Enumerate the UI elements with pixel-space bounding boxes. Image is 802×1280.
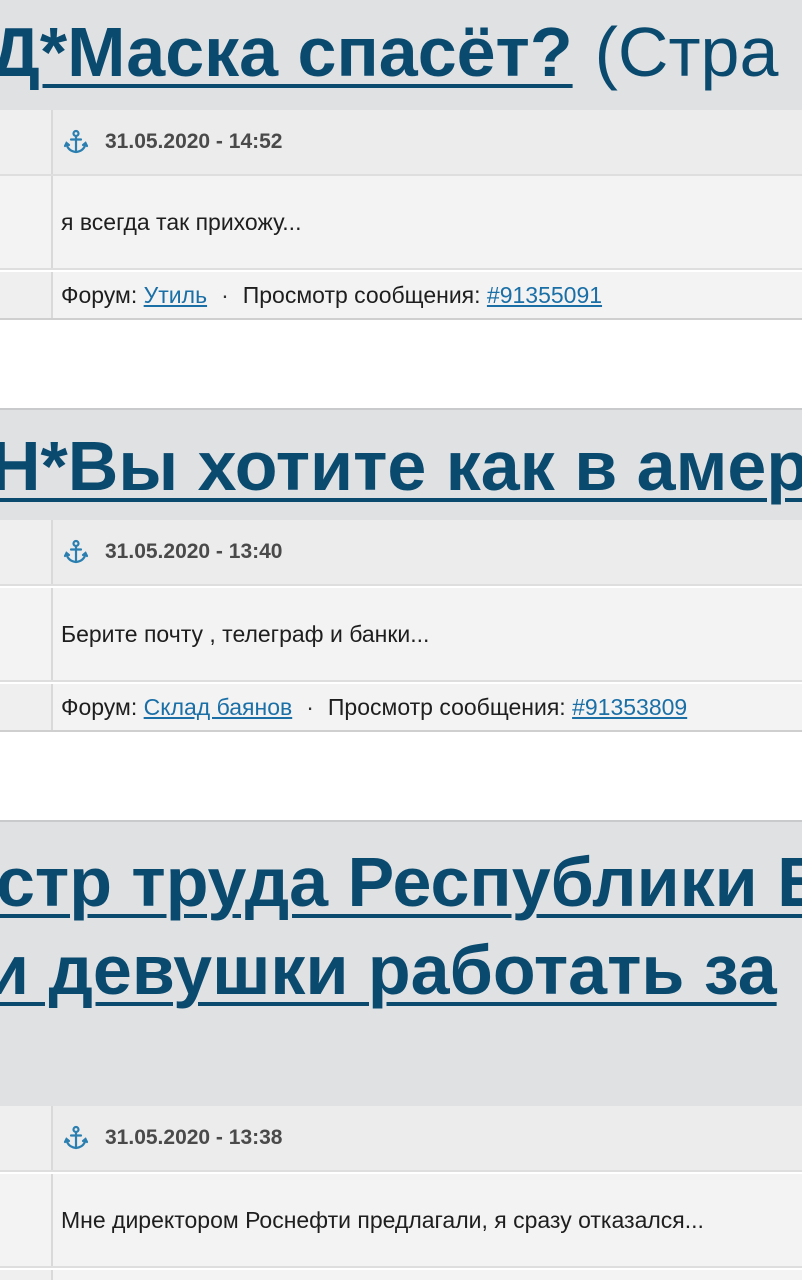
post-date: 31.05.2020 - 13:40	[105, 540, 283, 563]
post-message: Берите почту , телеграф и банки...	[61, 620, 430, 647]
post-footer-cell	[53, 1270, 802, 1280]
topic-title-line: Н*Вы хотите как в амер	[0, 426, 802, 506]
forum-label: Форум:	[61, 693, 138, 720]
post-body-cell: Берите почту , телеграф и банки...	[53, 588, 802, 680]
view-post-label: Просмотр сообщения:	[327, 693, 566, 720]
post-side-cell	[0, 588, 53, 680]
topic-header: стр труда Республики Б и девушки работат…	[0, 820, 802, 1108]
post-meta-row: 31.05.2020 - 13:38	[0, 1106, 802, 1172]
topic-title-line: стр труда Республики Б	[0, 842, 802, 922]
topic-header: Н*Вы хотите как в амер	[0, 408, 802, 522]
post-body-row: Берите почту , телеграф и банки...	[0, 588, 802, 682]
post-side-cell	[0, 1270, 53, 1280]
topic-title-link[interactable]: Д*Маска спасёт?	[0, 13, 573, 91]
post-body-cell: Мне директором Роснефти предлагали, я ср…	[53, 1174, 802, 1266]
post-footer-text: Форум: Утиль · Просмотр сообщения: #913550…	[61, 282, 602, 309]
view-post-label: Просмотр сообщения:	[242, 281, 481, 308]
forum-link[interactable]: Утиль	[144, 282, 207, 308]
post-footer-row: Форум: Склад баянов · Просмотр сообщения: …	[0, 684, 802, 732]
topic-page-suffix: (Стра	[594, 13, 779, 91]
topic-title-line: и девушки работать за	[0, 930, 777, 1010]
post-message: я всегда так прихожу...	[61, 208, 302, 235]
post-side-cell	[0, 520, 53, 584]
forum-label: Форум:	[61, 281, 138, 308]
anchor-icon[interactable]	[63, 129, 89, 155]
post-footer-cell: Форум: Утиль · Просмотр сообщения: #913550…	[53, 272, 802, 318]
topic-title-link[interactable]: Н*Вы хотите как в амер	[0, 427, 802, 505]
post-footer-text: Форум: Склад баянов · Просмотр сообщения: …	[61, 694, 687, 721]
footer-separator: ·	[306, 693, 314, 720]
post-side-cell	[0, 176, 53, 268]
post-meta-row: 31.05.2020 - 14:52	[0, 110, 802, 176]
post-id-link[interactable]: #91355091	[487, 282, 602, 308]
post-side-cell	[0, 1106, 53, 1170]
post-footer-row	[0, 1270, 802, 1280]
anchor-icon[interactable]	[63, 539, 89, 565]
post-side-cell	[0, 684, 53, 730]
post-meta-cell: 31.05.2020 - 13:40	[53, 520, 802, 584]
forum-search-results: Д*Маска спасёт? (Стра 31.05.2020 - 14:52 …	[0, 0, 802, 1280]
forum-link[interactable]: Склад баянов	[144, 694, 293, 720]
post-body-row: Мне директором Роснефти предлагали, я ср…	[0, 1174, 802, 1268]
post-footer-row: Форум: Утиль · Просмотр сообщения: #913550…	[0, 272, 802, 320]
post-footer-cell: Форум: Склад баянов · Просмотр сообщения: …	[53, 684, 802, 730]
topic-title-link[interactable]: и девушки работать за	[0, 931, 777, 1009]
anchor-icon[interactable]	[63, 1125, 89, 1151]
topic-title-link[interactable]: стр труда Республики Б	[0, 843, 802, 921]
post-meta-row: 31.05.2020 - 13:40	[0, 520, 802, 586]
post-message: Мне директором Роснефти предлагали, я ср…	[61, 1206, 704, 1233]
post-meta-cell: 31.05.2020 - 14:52	[53, 110, 802, 174]
post-body-cell: я всегда так прихожу...	[53, 176, 802, 268]
post-body-row: я всегда так прихожу...	[0, 176, 802, 270]
post-side-cell	[0, 1174, 53, 1266]
post-side-cell	[0, 272, 53, 318]
topic-header: Д*Маска спасёт? (Стра	[0, 0, 802, 110]
post-date: 31.05.2020 - 13:38	[105, 1126, 283, 1149]
post-id-link[interactable]: #91353809	[572, 694, 687, 720]
post-meta-cell: 31.05.2020 - 13:38	[53, 1106, 802, 1170]
post-date: 31.05.2020 - 14:52	[105, 130, 283, 153]
footer-separator: ·	[221, 281, 229, 308]
topic-title-line: Д*Маска спасёт? (Стра	[0, 12, 778, 92]
post-side-cell	[0, 110, 53, 174]
